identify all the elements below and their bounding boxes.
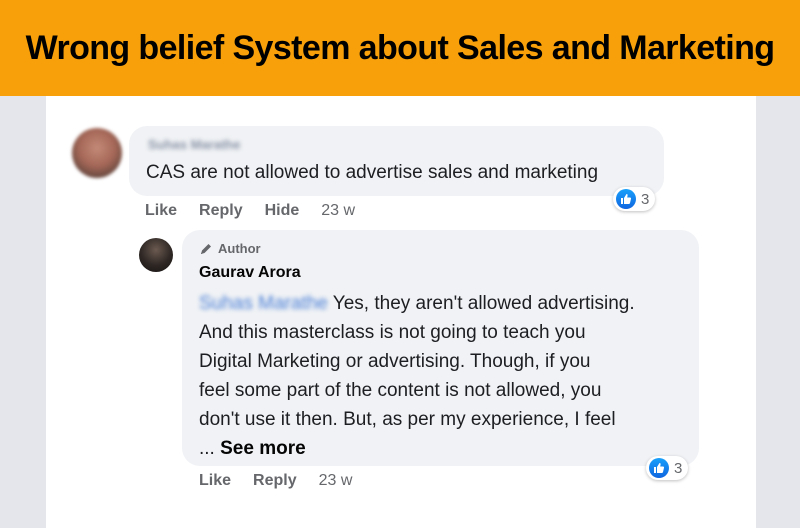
reply-line-5: don't use it then. But, as per my experi… bbox=[199, 409, 616, 430]
commenter-name[interactable]: Suhas Marathe bbox=[148, 137, 240, 152]
reply-line-6: ... See more bbox=[199, 434, 697, 463]
reply-actions: Like Reply 23 w bbox=[199, 472, 352, 490]
reaction-count: 3 bbox=[641, 190, 650, 208]
comment-timestamp[interactable]: 23 w bbox=[321, 202, 355, 220]
reply-text: Suhas Marathe Yes, they aren't allowed a… bbox=[199, 289, 697, 463]
like-reaction-icon bbox=[649, 458, 669, 478]
like-button[interactable]: Like bbox=[199, 472, 231, 490]
reply-button[interactable]: Reply bbox=[253, 472, 297, 490]
reply-line-1: Suhas Marathe Yes, they aren't allowed a… bbox=[199, 289, 697, 318]
ellipsis: ... bbox=[199, 438, 221, 459]
reply-line-3: Digital Marketing or advertising. Though… bbox=[199, 351, 591, 372]
reply-reaction-count[interactable]: 3 bbox=[646, 456, 689, 480]
see-more-link[interactable]: See more bbox=[220, 438, 306, 459]
pencil-icon bbox=[201, 243, 211, 254]
title-banner: Wrong belief System about Sales and Mark… bbox=[0, 0, 800, 96]
banner-title: Wrong belief System about Sales and Mark… bbox=[25, 28, 775, 67]
like-reaction-icon bbox=[616, 189, 636, 209]
author-avatar[interactable] bbox=[139, 238, 173, 272]
reply-timestamp[interactable]: 23 w bbox=[319, 472, 353, 490]
reply-line-2: And this masterclass is not going to tea… bbox=[199, 322, 586, 343]
reply-button[interactable]: Reply bbox=[199, 202, 243, 220]
comment-reaction-count[interactable]: 3 bbox=[613, 187, 656, 211]
mention-tag[interactable]: Suhas Marathe bbox=[199, 289, 328, 318]
comment-actions: Like Reply Hide 23 w bbox=[145, 202, 355, 220]
author-badge-label: Author bbox=[218, 241, 261, 256]
reply-line-4: feel some part of the content is not all… bbox=[199, 380, 602, 401]
comment-text: CAS are not allowed to advertise sales a… bbox=[146, 162, 599, 183]
reply-line-text: Yes, they aren't allowed advertising. bbox=[332, 293, 635, 314]
like-button[interactable]: Like bbox=[145, 202, 177, 220]
author-badge: Author bbox=[199, 241, 261, 256]
reply-author-name[interactable]: Gaurav Arora bbox=[199, 264, 301, 282]
reaction-count: 3 bbox=[674, 459, 683, 477]
commenter-avatar[interactable] bbox=[72, 128, 122, 178]
hide-button[interactable]: Hide bbox=[265, 202, 300, 220]
